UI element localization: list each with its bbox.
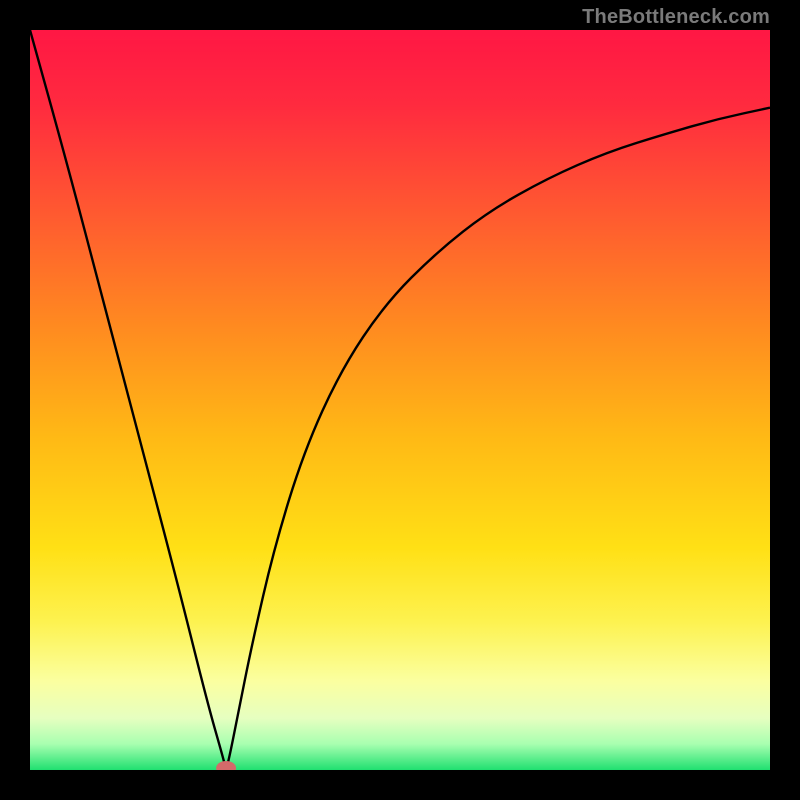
chart-frame: [30, 30, 770, 770]
bottleneck-chart: [30, 30, 770, 770]
watermark-text: TheBottleneck.com: [582, 6, 770, 29]
gradient-background: [30, 30, 770, 770]
